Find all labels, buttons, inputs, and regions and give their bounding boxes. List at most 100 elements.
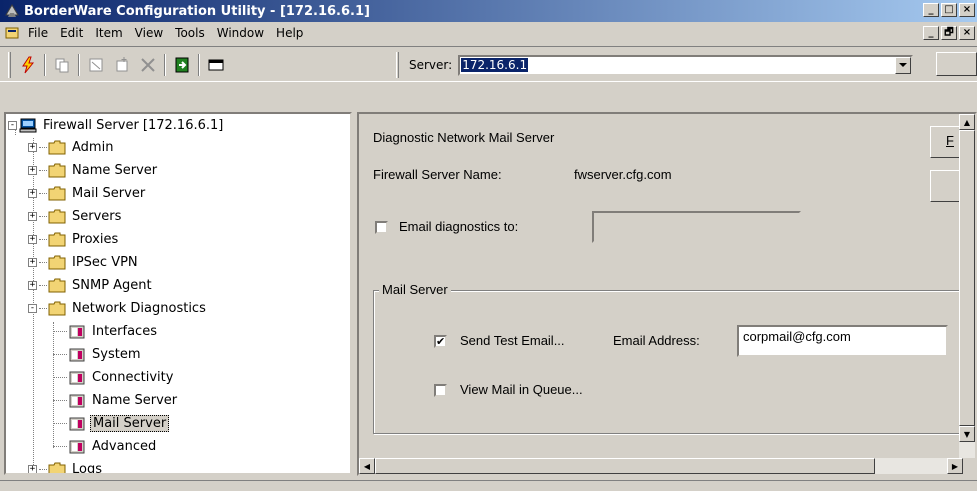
horizontal-scrollbar[interactable]: ◀ ▶: [359, 458, 963, 474]
connect-button[interactable]: [15, 52, 41, 78]
server-icon: [19, 118, 37, 133]
toolbar-grip[interactable]: [8, 52, 11, 78]
navigation-tree[interactable]: - Firewall Server [172.16.6.1] + Admin +…: [4, 112, 352, 475]
toolbar-extra-button[interactable]: [936, 52, 977, 76]
document-icon[interactable]: [4, 25, 20, 41]
tree-item-mail-server[interactable]: + Mail Server: [28, 182, 147, 205]
folder-icon: [48, 163, 66, 178]
tree-item-snmp-agent[interactable]: + SNMP Agent: [28, 274, 154, 297]
tree-label: Network Diagnostics: [72, 301, 206, 316]
tree-label: Servers: [72, 209, 122, 224]
copy-button[interactable]: [49, 52, 75, 78]
server-combo[interactable]: 172.16.6.1: [458, 54, 914, 76]
server-value: 172.16.6.1: [461, 58, 529, 72]
expand-icon[interactable]: +: [28, 465, 37, 473]
expand-icon[interactable]: +: [28, 212, 37, 221]
email-diagnostics-checkbox[interactable]: [375, 221, 388, 234]
tree-item-servers[interactable]: + Servers: [28, 205, 123, 228]
horizontal-scroll-thumb[interactable]: [375, 458, 875, 474]
vertical-scrollbar[interactable]: ▲ ▼: [959, 114, 975, 458]
tree-item-interfaces[interactable]: Interfaces: [53, 320, 159, 343]
panel-heading: Diagnostic Network Mail Server: [373, 130, 555, 145]
scroll-left-icon[interactable]: ◀: [359, 458, 375, 474]
email-address-label: Email Address:: [613, 333, 700, 348]
maximize-button[interactable]: □: [941, 3, 957, 17]
mdi-close-button[interactable]: ×: [959, 26, 975, 40]
toolbar: Server: 172.16.6.1: [0, 46, 977, 82]
tree-root[interactable]: - Firewall Server [172.16.6.1]: [8, 114, 225, 137]
menu-bar: File Edit Item View Tools Window Help _ …: [0, 22, 977, 44]
send-test-email-checkbox[interactable]: ✔: [434, 335, 447, 348]
properties-button[interactable]: [83, 52, 109, 78]
expand-icon[interactable]: +: [28, 258, 37, 267]
expand-icon[interactable]: +: [28, 235, 37, 244]
menu-edit[interactable]: Edit: [54, 26, 89, 40]
tree-root-label: Firewall Server [172.16.6.1]: [43, 118, 224, 133]
properties-icon: [89, 58, 103, 72]
view-mail-queue-label: View Mail in Queue...: [460, 382, 583, 397]
tree-label: Mail Server: [72, 186, 146, 201]
menu-view[interactable]: View: [129, 26, 169, 40]
mdi-restore-button[interactable]: 🗗: [941, 26, 957, 40]
menu-item[interactable]: Item: [89, 26, 128, 40]
diagnostic-tool-icon: [69, 440, 85, 454]
menu-file[interactable]: File: [22, 26, 54, 40]
tree-label: IPSec VPN: [72, 255, 138, 270]
tree-label: Logs: [72, 462, 102, 475]
view-button[interactable]: [203, 52, 229, 78]
tree-label: SNMP Agent: [72, 278, 152, 293]
collapse-icon[interactable]: -: [28, 304, 37, 313]
folder-icon: [48, 462, 66, 473]
expand-icon[interactable]: +: [28, 189, 37, 198]
diagnostic-tool-icon: [69, 371, 85, 385]
close-button[interactable]: ×: [959, 3, 975, 17]
mdi-minimize-button[interactable]: _: [923, 26, 939, 40]
tree-item-logs[interactable]: + Logs: [28, 458, 104, 475]
tree-label: System: [92, 347, 141, 362]
collapse-icon[interactable]: -: [8, 121, 17, 130]
menu-help[interactable]: Help: [270, 26, 309, 40]
tree-label: Interfaces: [92, 324, 157, 339]
chevron-down-icon[interactable]: [895, 56, 912, 74]
expand-icon[interactable]: +: [28, 281, 37, 290]
menu-tools[interactable]: Tools: [169, 26, 211, 40]
title-bar: BorderWare Configuration Utility - [172.…: [0, 0, 977, 22]
copy-icon: [55, 58, 69, 73]
tree-item-ipsec-vpn[interactable]: + IPSec VPN: [28, 251, 140, 274]
diagnostic-tool-icon: [69, 348, 85, 362]
view-mail-queue-checkbox[interactable]: [434, 384, 447, 397]
new-button[interactable]: [109, 52, 135, 78]
delete-button[interactable]: [135, 52, 161, 78]
tree-item-diag-name-server[interactable]: Name Server: [53, 389, 179, 412]
email-address-field[interactable]: corpmail@cfg.com: [737, 325, 948, 357]
email-diagnostics-field[interactable]: [592, 211, 801, 243]
toolbar-grip-2[interactable]: [396, 52, 399, 78]
exit-button[interactable]: [169, 52, 195, 78]
mail-server-group: [373, 290, 975, 434]
tree-item-diag-mail-server[interactable]: Mail Server: [53, 412, 170, 435]
scroll-up-icon[interactable]: ▲: [959, 114, 975, 130]
status-bar: [0, 480, 977, 491]
tree-item-advanced[interactable]: Advanced: [53, 435, 158, 458]
server-name-label: Firewall Server Name:: [373, 167, 502, 182]
tree-item-connectivity[interactable]: Connectivity: [53, 366, 175, 389]
folder-icon: [48, 278, 66, 293]
tree-item-admin[interactable]: + Admin: [28, 136, 115, 159]
scroll-right-icon[interactable]: ▶: [947, 458, 963, 474]
diagnostic-tool-icon: [69, 325, 85, 339]
menu-window[interactable]: Window: [211, 26, 270, 40]
scroll-down-icon[interactable]: ▼: [959, 426, 975, 442]
minimize-button[interactable]: _: [923, 3, 939, 17]
window-title: BorderWare Configuration Utility - [172.…: [24, 3, 370, 19]
tree-label: Name Server: [92, 393, 178, 408]
tree-item-proxies[interactable]: + Proxies: [28, 228, 120, 251]
tree-label: Admin: [72, 140, 114, 155]
tree-item-network-diagnostics[interactable]: - Network Diagnostics: [28, 297, 208, 320]
tree-label: Advanced: [92, 439, 157, 454]
tree-item-system[interactable]: System: [53, 343, 142, 366]
details-panel: Diagnostic Network Mail Server Firewall …: [357, 112, 977, 476]
vertical-scroll-thumb[interactable]: [959, 130, 975, 426]
expand-icon[interactable]: +: [28, 166, 37, 175]
tree-item-name-server[interactable]: + Name Server: [28, 159, 159, 182]
expand-icon[interactable]: +: [28, 143, 37, 152]
